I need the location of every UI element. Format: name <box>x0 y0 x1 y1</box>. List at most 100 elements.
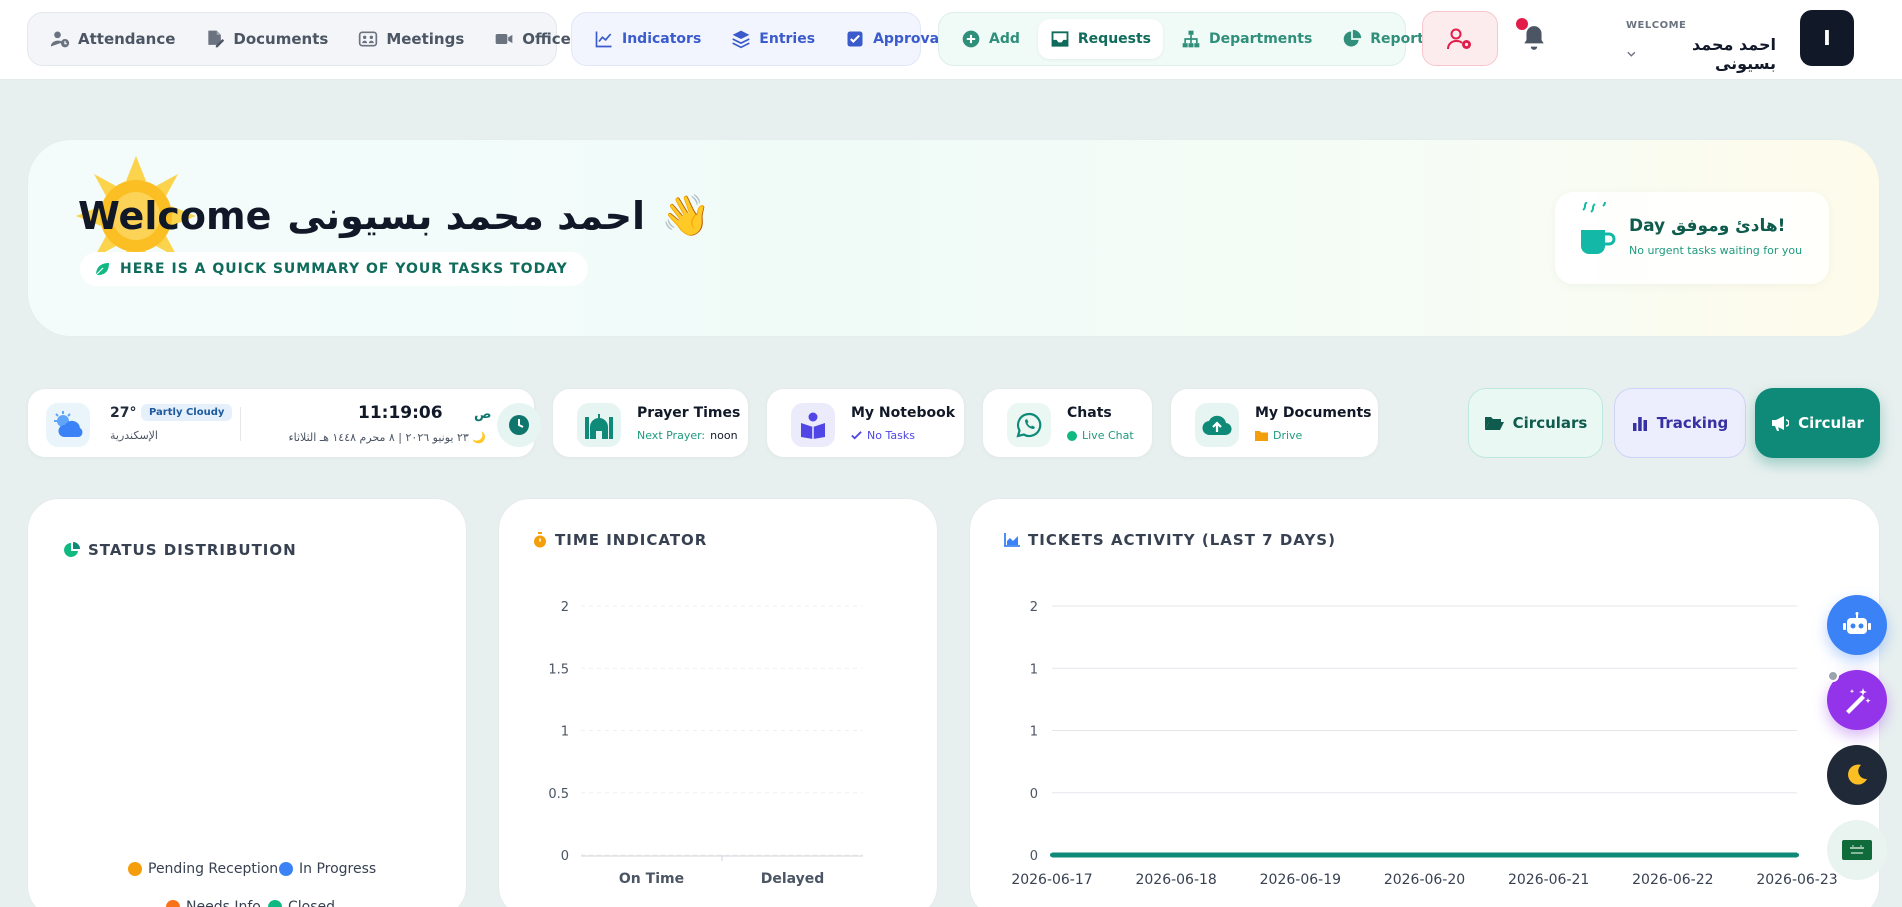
weather-city: الإسكندرية <box>110 429 158 442</box>
nav-entries[interactable]: Entries <box>719 19 827 59</box>
nav-group-main: Attendance Documents Meetings Offices <box>27 12 580 66</box>
clock-icon-box <box>497 403 541 447</box>
docs-icon-box <box>1195 403 1239 447</box>
tracking-label: Tracking <box>1656 414 1729 432</box>
notification-dot <box>1516 18 1528 30</box>
online-dot <box>1067 430 1077 441</box>
y-tick-label: 0 <box>561 849 569 864</box>
tickets-activity-chart: 0 0 1 1 2 2026-06-17 2026-06-18 2026-06-19 2026-… <box>1011 600 1837 888</box>
tickets-activity-card: TICKETS ACTIVITY (LAST 7 DAYS) 0 0 1 1 2 2026… <box>969 498 1880 907</box>
legend-item[interactable]: Needs Info <box>166 899 261 907</box>
hero-user-name: احمد محمد بسيونى <box>287 193 645 238</box>
ai-assistant-button[interactable] <box>1827 595 1887 655</box>
nav-documents[interactable]: Documents <box>193 19 340 59</box>
prayer-times-widget[interactable]: Prayer Times Next Prayer: noon <box>552 388 749 458</box>
prayer-next-value: noon <box>710 429 738 442</box>
tracking-button[interactable]: Tracking <box>1614 388 1746 458</box>
legend-dot <box>268 900 282 907</box>
user-name-text: احمد محمد بسيونى <box>1692 35 1776 73</box>
new-circular-button[interactable]: Circular <box>1755 388 1880 458</box>
coffee-cup-icon <box>1581 202 1616 254</box>
circulars-button[interactable]: Circulars <box>1468 388 1603 458</box>
day-status-title: Day هادئ وموفق! <box>1629 216 1786 236</box>
folder-icon <box>1255 431 1268 441</box>
robot-icon <box>1843 612 1871 634</box>
time-indicator-chart: 0 0.5 1 1.5 2 On Time Delayed <box>548 600 863 887</box>
notebook-widget[interactable]: My Notebook No Tasks <box>766 388 965 458</box>
layers-icon <box>732 30 751 49</box>
hero-subtitle: HERE IS A QUICK SUMMARY OF YOUR TASKS TO… <box>80 252 588 286</box>
magic-wand-icon <box>1846 688 1871 714</box>
nav-indicators[interactable]: Indicators <box>582 19 713 59</box>
y-tick-label: 0 <box>1030 849 1038 864</box>
x-tick-label: On Time <box>619 871 684 887</box>
user-name: احمد محمد بسيونى <box>1626 35 1776 73</box>
pie-chart-icon <box>64 542 80 557</box>
chats-title: Chats <box>1067 405 1112 421</box>
prayer-next: Next Prayer: noon <box>637 429 738 442</box>
users-rectangle-icon <box>359 31 378 47</box>
y-tick-label: 2 <box>1030 600 1038 615</box>
chats-icon-box <box>1007 403 1051 447</box>
y-tick-label: 1 <box>1030 662 1038 677</box>
nav-departments[interactable]: Departments <box>1169 19 1324 59</box>
prayer-icon-box <box>577 403 621 447</box>
legend-item[interactable]: Closed <box>268 899 335 907</box>
clock-time: 11:19:06 <box>358 403 443 423</box>
chats-widget[interactable]: Chats Live Chat <box>982 388 1153 458</box>
y-tick-label: 0 <box>1030 787 1038 802</box>
weather-icon-box <box>46 403 90 447</box>
legend-dot <box>166 900 180 907</box>
waving-hand-icon: 👋 <box>660 193 711 239</box>
nav-attendance-label: Attendance <box>78 30 176 48</box>
whatsapp-icon <box>1016 412 1042 438</box>
leaf-icon <box>95 263 109 276</box>
legend-label: Needs Info <box>186 899 261 907</box>
my-documents-widget[interactable]: My Documents Drive <box>1170 388 1379 458</box>
megaphone-icon <box>1772 416 1790 431</box>
nav-entries-label: Entries <box>759 31 816 47</box>
docs-status: Drive <box>1255 429 1302 442</box>
y-tick-label: 1 <box>561 725 569 740</box>
language-toggle[interactable] <box>1827 820 1887 880</box>
data-point <box>1422 853 1427 857</box>
data-point <box>1546 853 1551 857</box>
docs-title: My Documents <box>1255 405 1372 421</box>
magic-wand-button[interactable] <box>1827 670 1887 730</box>
plus-circle-icon <box>962 30 980 48</box>
legend-item[interactable]: In Progress <box>279 861 376 877</box>
day-status-subtitle: No urgent tasks waiting for you <box>1629 244 1803 257</box>
weather-clock-widget: 27° Partly Cloudy الإسكندرية 11:19:06 ص … <box>27 388 541 458</box>
nav-add[interactable]: Add <box>949 19 1032 59</box>
check-square-icon <box>847 31 863 47</box>
notifications-button[interactable] <box>1516 18 1552 58</box>
book-reader-icon <box>801 412 825 439</box>
top-navbar: Attendance Documents Meetings Offices In… <box>0 0 1902 80</box>
nav-meetings[interactable]: Meetings <box>346 19 476 59</box>
nav-attendance[interactable]: Attendance <box>38 19 187 59</box>
nav-requests-label: Requests <box>1077 31 1152 47</box>
user-settings-button[interactable] <box>1422 11 1498 66</box>
nav-requests[interactable]: Requests <box>1037 19 1164 59</box>
legend-item[interactable]: Pending Reception <box>128 861 278 877</box>
x-tick-label: 2026-06-20 <box>1384 872 1465 888</box>
status-distribution-title-text: STATUS DISTRIBUTION <box>88 541 297 559</box>
status-distribution-card: STATUS DISTRIBUTION Pending Reception In… <box>27 498 467 907</box>
hero-subtitle-text: HERE IS A QUICK SUMMARY OF YOUR TASKS TO… <box>120 261 568 277</box>
chats-status: Live Chat <box>1067 429 1134 442</box>
data-point <box>1795 853 1799 857</box>
dark-mode-toggle[interactable] <box>1827 745 1887 805</box>
legend-dot <box>279 862 293 876</box>
nav-group-management: Indicators Entries Approvals <box>571 12 952 66</box>
chats-status-text: Live Chat <box>1082 429 1134 442</box>
data-point <box>1174 853 1179 857</box>
y-tick-label: 1 <box>1030 725 1038 740</box>
clock-icon <box>509 415 529 435</box>
y-tick-label: 0.5 <box>548 787 569 802</box>
user-welcome-label: WELCOME <box>1626 20 1687 31</box>
avatar[interactable]: I <box>1800 10 1854 66</box>
y-tick-label: 1.5 <box>548 662 569 677</box>
weather-temperature: 27° <box>110 405 137 421</box>
video-icon <box>495 34 513 44</box>
user-menu[interactable]: WELCOME احمد محمد بسيونى <box>1626 20 1776 73</box>
